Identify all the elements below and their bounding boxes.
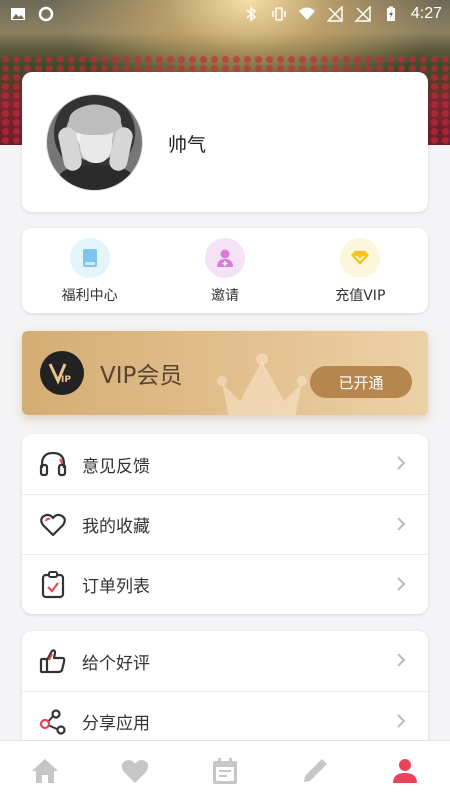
wifi-icon (298, 7, 315, 20)
clipboard-check-icon (39, 570, 67, 599)
vip-banner[interactable]: IP VIP会员 已开通 (22, 331, 428, 415)
vibrate-icon (272, 7, 286, 21)
diamond-icon (340, 238, 381, 278)
book-icon (69, 238, 110, 278)
circle-icon (38, 6, 54, 22)
nav-favorites[interactable] (90, 741, 180, 800)
chevron-right-icon (397, 517, 406, 531)
menu-item-label: 订单列表 (82, 577, 150, 597)
heart-icon (121, 759, 149, 783)
calendar-icon (213, 757, 237, 784)
person-icon (393, 758, 417, 783)
shortcut-recharge-vip[interactable]: 充值VIP (293, 228, 428, 313)
chevron-right-icon (397, 714, 406, 728)
menu-item-feedback[interactable]: 意见反馈 (22, 434, 428, 494)
chevron-right-icon (397, 653, 406, 667)
thumbs-up-icon (39, 647, 67, 675)
status-bar: 4:27 (0, 0, 450, 28)
menu-item-label: 意见反馈 (82, 456, 150, 477)
avatar[interactable] (46, 94, 143, 191)
shortcut-label: 福利中心 (61, 288, 118, 304)
chevron-right-icon (397, 456, 406, 470)
nav-home[interactable] (0, 741, 90, 800)
no-signal-icon (354, 6, 371, 22)
image-icon (11, 8, 25, 20)
chevron-right-icon (397, 577, 406, 591)
bluetooth-icon (246, 6, 257, 22)
profile-card[interactable]: 帅气 (22, 72, 428, 212)
menu-item-favorites[interactable]: 我的收藏 (22, 494, 428, 554)
shortcut-welfare-center[interactable]: 福利中心 (22, 228, 157, 313)
no-signal-icon (326, 6, 343, 22)
nav-profile[interactable] (360, 741, 450, 800)
menu-item-orders[interactable]: 订单列表 (22, 554, 428, 614)
invite-user-icon (204, 238, 245, 278)
crown-icon (217, 353, 307, 415)
pencil-icon (304, 758, 327, 782)
svg-text:IP: IP (61, 375, 71, 385)
nav-edit[interactable] (270, 741, 360, 800)
menu-item-label: 给个好评 (82, 653, 150, 674)
vip-title: VIP会员 (100, 363, 183, 389)
menu-item-label: 分享应用 (82, 714, 150, 734)
home-icon (32, 758, 58, 783)
battery-icon (386, 6, 395, 21)
menu-item-label: 我的收藏 (82, 517, 150, 537)
vip-status-button[interactable]: 已开通 (310, 366, 412, 398)
status-time: 4:27 (410, 5, 442, 22)
heart-icon (39, 511, 67, 539)
shortcut-invite[interactable]: 邀请 (157, 228, 292, 313)
username: 帅气 (168, 134, 207, 156)
menu-item-rate-app[interactable]: 给个好评 (22, 631, 428, 691)
headphones-icon (39, 450, 67, 478)
shortcut-panel: 福利中心 邀请 充值VIP (22, 228, 428, 313)
shortcut-label: 邀请 (210, 288, 239, 304)
share-icon (39, 708, 67, 736)
shortcut-label: 充值VIP (335, 288, 386, 304)
nav-calendar[interactable] (180, 741, 270, 800)
menu-group-1: 意见反馈 我的收藏 订单列表 (22, 434, 428, 614)
vip-logo-icon: IP (40, 351, 84, 395)
bottom-nav (0, 740, 450, 800)
